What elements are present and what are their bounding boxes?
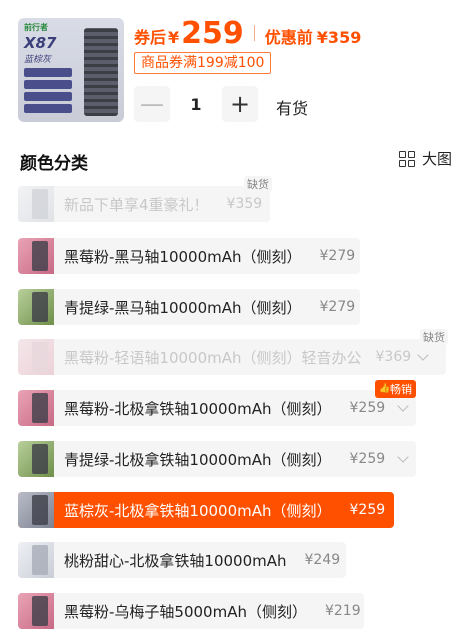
out-of-stock-badge: 缺货 [420, 329, 448, 345]
option-label: 黑莓粉-北极拿铁轴10000mAh（侧刻） [64, 399, 332, 418]
quantity-stepper: — 1 + [134, 86, 258, 122]
option-price: ¥369 [375, 349, 412, 365]
stock-status: 有货 [276, 99, 309, 118]
feature-bar [24, 92, 72, 101]
out-of-stock-badge: 缺货 [244, 176, 272, 192]
color-option[interactable]: 青提绿-黑马轴10000mAh（侧刻） ¥279 [18, 289, 360, 325]
price-divider [253, 25, 255, 41]
chevron-down-icon[interactable] [417, 349, 429, 361]
option-price: ¥259 [349, 502, 386, 518]
quantity-value[interactable]: 1 [170, 95, 222, 114]
after-coupon-label: 券后 [134, 28, 167, 47]
increase-button[interactable]: + [222, 86, 258, 122]
option-price: ¥359 [226, 196, 263, 212]
color-option[interactable]: 新品下单享4重豪礼！ ¥359 缺货 [18, 176, 272, 222]
option-thumbnail [18, 593, 54, 629]
product-thumbnail[interactable]: 前行者 X87 蓝棕灰 [18, 18, 124, 122]
option-label: 青提绿-黑马轴10000mAh（侧刻） [64, 298, 302, 317]
chevron-down-icon[interactable] [397, 451, 409, 463]
feature-bar [24, 68, 72, 77]
option-label: 黑莓粉-乌梅子轴5000mAh（侧刻） [64, 602, 307, 621]
option-price: ¥259 [349, 400, 386, 416]
decrease-button[interactable]: — [134, 86, 170, 122]
thumbs-up-icon: 👍 [379, 383, 391, 394]
option-label: 青提绿-北极拿铁轴10000mAh（侧刻） [64, 450, 332, 469]
section-title: 颜色分类 [20, 154, 88, 174]
color-option[interactable]: 黑莓粉-北极拿铁轴10000mAh（侧刻） ¥259 👍 畅销 [18, 380, 416, 426]
option-price: ¥279 [319, 299, 356, 315]
option-price: ¥259 [349, 451, 386, 467]
price-row: 券后 ¥ 259 优惠前 ¥359 [134, 16, 362, 51]
option-label: 蓝棕灰-北极拿铁轴10000mAh（侧刻） [64, 501, 332, 520]
currency-symbol: ¥ [168, 28, 180, 47]
color-option[interactable]: 黑莓粉-乌梅子轴5000mAh（侧刻） ¥219 [18, 593, 364, 629]
option-thumbnail [18, 186, 54, 222]
option-thumbnail [18, 238, 54, 274]
option-label: 桃粉甜心-北极拿铁轴10000mAh [64, 551, 287, 570]
feature-bar [24, 104, 72, 113]
bestseller-label: 畅销 [390, 383, 412, 396]
product-color-name: 蓝棕灰 [24, 55, 52, 65]
chevron-down-icon[interactable] [397, 400, 409, 412]
brand-logo: 前行者 [24, 23, 48, 32]
after-coupon-price: 259 [181, 16, 244, 51]
option-thumbnail [18, 542, 54, 578]
color-option-selected[interactable]: 蓝棕灰-北极拿铁轴10000mAh（侧刻） ¥259 [18, 492, 394, 528]
option-thumbnail [18, 390, 54, 426]
product-model: X87 [24, 34, 57, 52]
option-price: ¥219 [324, 603, 361, 619]
before-discount-label: 优惠前 [264, 28, 313, 47]
grid-view-icon [399, 150, 415, 167]
option-label: 黑莓粉-轻语轴10000mAh（侧刻）轻音办公 [64, 348, 362, 367]
before-discount-price: ¥359 [316, 28, 362, 47]
feature-bar [24, 80, 72, 89]
color-option[interactable]: 桃粉甜心-北极拿铁轴10000mAh ¥249 [18, 542, 346, 578]
option-label: 新品下单享4重豪礼！ [64, 195, 209, 214]
color-option[interactable]: 黑莓粉-轻语轴10000mAh（侧刻）轻音办公 ¥369 缺货 [18, 329, 448, 375]
option-label: 黑莓粉-黑马轴10000mAh（侧刻） [64, 247, 302, 266]
option-price: ¥279 [319, 248, 356, 264]
option-thumbnail [18, 492, 54, 528]
view-toggle-label: 大图 [422, 150, 453, 168]
bestseller-badge: 👍 畅销 [375, 380, 416, 398]
option-price: ¥249 [304, 552, 341, 568]
option-thumbnail [18, 289, 54, 325]
color-option[interactable]: 黑莓粉-黑马轴10000mAh（侧刻） ¥279 [18, 238, 360, 274]
coupon-tag: 商品券满199减100 [134, 52, 272, 74]
option-thumbnail [18, 339, 54, 375]
color-option[interactable]: 青提绿-北极拿铁轴10000mAh（侧刻） ¥259 [18, 441, 416, 477]
keyboard-image [84, 28, 118, 116]
option-thumbnail [18, 441, 54, 477]
large-image-toggle[interactable]: 大图 [399, 148, 452, 169]
